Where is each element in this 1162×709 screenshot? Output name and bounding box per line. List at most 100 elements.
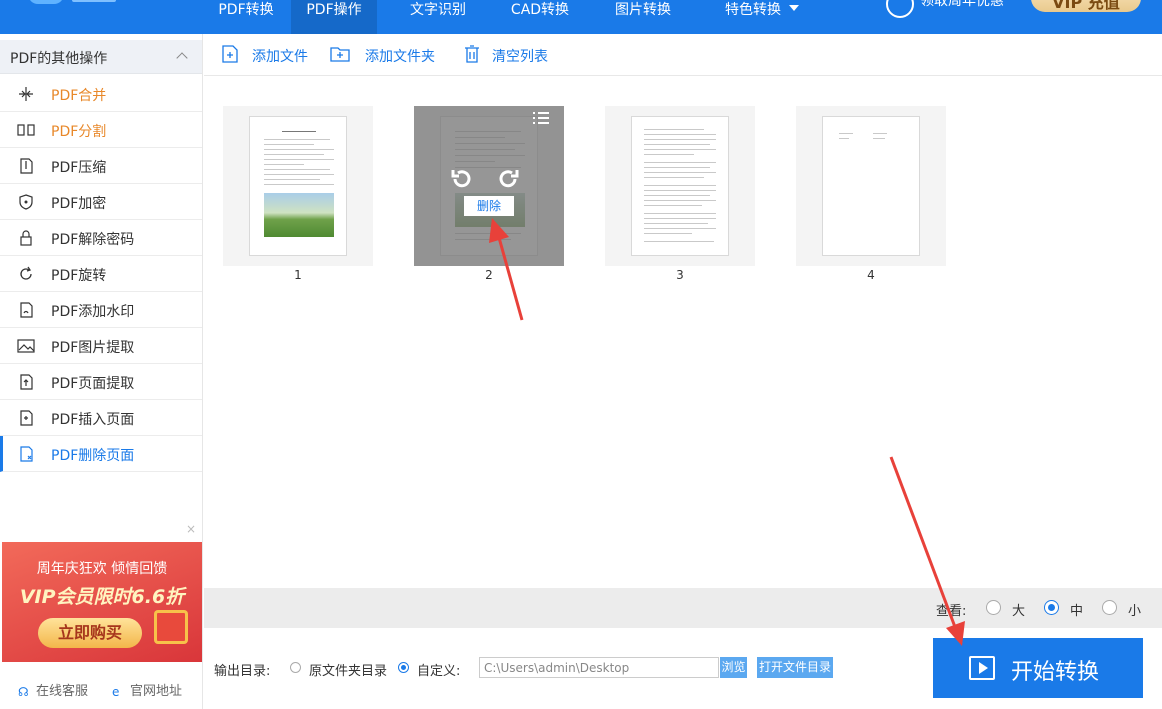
sidebar-item-label: PDF压缩 xyxy=(51,160,107,176)
sidebar-item-pdf-watermark[interactable]: PDF添加水印 xyxy=(0,292,202,328)
tab-special-convert[interactable]: 特色转换 xyxy=(712,0,812,34)
browser-icon: e xyxy=(112,685,120,699)
tab-cad-convert[interactable]: CAD转换 xyxy=(497,0,583,34)
online-support-link[interactable]: ☊ 在线客服 xyxy=(18,680,88,699)
promo-link[interactable]: 领取周年优惠 xyxy=(920,0,1004,8)
vip-recharge-button[interactable]: VIP 充值 xyxy=(1031,0,1141,12)
page-number: 1 xyxy=(294,268,302,282)
sidebar-item-label: PDF添加水印 xyxy=(51,304,135,320)
custom-folder-radio[interactable] xyxy=(398,662,409,673)
official-site-link[interactable]: e 官网地址 xyxy=(112,680,182,699)
sidebar-item-pdf-insert-page[interactable]: PDF插入页面 xyxy=(0,400,202,436)
delete-page-button[interactable]: 删除 xyxy=(464,196,514,216)
sidebar-item-pdf-rotate[interactable]: PDF旋转 xyxy=(0,256,202,292)
page-number: 2 xyxy=(485,268,493,282)
app-logo-text xyxy=(72,0,116,2)
hover-overlay xyxy=(414,106,564,266)
custom-folder-label[interactable]: 自定义: xyxy=(417,660,460,679)
sidebar-item-label: PDF加密 xyxy=(51,196,107,212)
browse-button[interactable]: 浏览 xyxy=(720,657,747,678)
tab-pdf-operations[interactable]: PDF操作 xyxy=(291,0,377,34)
sidebar-item-pdf-remove-password[interactable]: PDF解除密码 xyxy=(0,220,202,256)
page-extract-icon xyxy=(20,374,33,390)
page-insert-icon xyxy=(20,410,33,426)
rotate-right-icon[interactable] xyxy=(498,168,520,190)
view-small-label[interactable]: 小 xyxy=(1128,600,1141,619)
page-thumbnail-hovered[interactable]: 删除 xyxy=(414,106,564,266)
page-thumbnail[interactable] xyxy=(223,106,373,266)
chevron-down-icon xyxy=(789,5,799,11)
view-medium-radio[interactable] xyxy=(1044,600,1059,615)
promo-ad-banner[interactable]: 周年庆狂欢 倾情回馈 VIP会员限时6.6折 立即购买 xyxy=(2,542,202,662)
sidebar-item-pdf-delete-page[interactable]: PDF删除页面 xyxy=(0,436,202,472)
trash-icon xyxy=(465,45,479,63)
watermark-icon xyxy=(20,302,33,318)
page-number: 4 xyxy=(867,268,875,282)
play-icon xyxy=(969,656,995,680)
rotate-left-icon[interactable] xyxy=(450,168,472,190)
gift-box-icon xyxy=(154,610,188,644)
user-avatar-icon[interactable] xyxy=(886,0,914,18)
tab-image-convert[interactable]: 图片转换 xyxy=(600,0,686,34)
shield-icon xyxy=(19,194,33,210)
lock-icon xyxy=(20,230,32,246)
sidebar-item-label: PDF合并 xyxy=(51,88,107,104)
headset-icon: ☊ xyxy=(18,685,29,699)
add-folder-icon xyxy=(330,47,350,62)
page-thumbnail[interactable] xyxy=(605,106,755,266)
sidebar-item-pdf-image-extract[interactable]: PDF图片提取 xyxy=(0,328,202,364)
page-preview xyxy=(822,116,920,256)
sidebar-item-pdf-page-extract[interactable]: PDF页面提取 xyxy=(0,364,202,400)
original-folder-label[interactable]: 原文件夹目录 xyxy=(309,660,387,679)
view-large-label[interactable]: 大 xyxy=(1012,600,1025,619)
page-preview xyxy=(631,116,729,256)
tab-ocr[interactable]: 文字识别 xyxy=(395,0,481,34)
buy-now-button[interactable]: 立即购买 xyxy=(38,618,142,648)
view-medium-label[interactable]: 中 xyxy=(1070,600,1083,619)
merge-icon xyxy=(19,87,33,101)
start-convert-button[interactable]: 开始转换 xyxy=(933,638,1143,698)
view-size-bar: 查看: 大 中 小 xyxy=(204,588,1162,628)
app-logo xyxy=(28,0,64,4)
add-file-button[interactable]: 添加文件 xyxy=(220,44,330,66)
ad-headline: 周年庆狂欢 倾情回馈 xyxy=(36,561,168,577)
compress-icon xyxy=(20,158,33,174)
view-label: 查看: xyxy=(936,604,967,619)
sidebar-item-pdf-compress[interactable]: PDF压缩 xyxy=(0,148,202,184)
sidebar-section-title: PDF的其他操作 xyxy=(10,51,108,67)
output-dir-label: 输出目录: xyxy=(214,664,271,679)
output-path-input[interactable] xyxy=(479,657,719,678)
view-large-radio[interactable] xyxy=(986,600,1001,615)
chevron-up-icon[interactable] xyxy=(176,52,188,64)
sidebar-item-label: PDF插入页面 xyxy=(51,412,135,428)
sidebar: PDF的其他操作 PDF合并 PDF分割 PDF压缩 PDF加密 PDF解除密码… xyxy=(0,34,203,709)
sidebar-item-label: PDF页面提取 xyxy=(51,376,135,392)
original-folder-radio[interactable] xyxy=(290,662,301,673)
page-thumbnail[interactable] xyxy=(796,106,946,266)
sidebar-item-label: PDF分割 xyxy=(51,124,107,140)
toolbar: 添加文件 添加文件夹 清空列表 xyxy=(204,34,1162,76)
ad-close-icon[interactable]: × xyxy=(186,522,196,536)
sidebar-section-header[interactable]: PDF的其他操作 xyxy=(0,40,202,74)
sidebar-item-pdf-encrypt[interactable]: PDF加密 xyxy=(0,184,202,220)
sidebar-item-label: PDF图片提取 xyxy=(51,340,135,356)
view-small-radio[interactable] xyxy=(1102,600,1117,615)
page-image xyxy=(264,193,334,237)
add-file-icon xyxy=(222,45,238,63)
image-icon xyxy=(17,339,35,353)
sidebar-item-label: PDF删除页面 xyxy=(51,448,135,464)
sidebar-item-pdf-merge[interactable]: PDF合并 xyxy=(0,76,202,112)
page-delete-icon xyxy=(20,446,33,462)
ad-offer: VIP会员限时6.6折 xyxy=(19,586,185,608)
page-preview xyxy=(249,116,347,256)
split-icon xyxy=(17,124,35,136)
top-nav-bar: PDF转换 PDF操作 文字识别 CAD转换 图片转换 特色转换 领取周年优惠 … xyxy=(0,0,1162,34)
sidebar-item-label: PDF解除密码 xyxy=(51,232,135,248)
sidebar-item-pdf-split[interactable]: PDF分割 xyxy=(0,112,202,148)
page-menu-icon[interactable] xyxy=(532,111,550,125)
rotate-icon xyxy=(20,266,32,280)
clear-list-button[interactable]: 清空列表 xyxy=(462,44,562,66)
tab-pdf-convert[interactable]: PDF转换 xyxy=(203,0,289,34)
open-folder-button[interactable]: 打开文件目录 xyxy=(757,657,833,678)
add-folder-button[interactable]: 添加文件夹 xyxy=(330,44,450,66)
